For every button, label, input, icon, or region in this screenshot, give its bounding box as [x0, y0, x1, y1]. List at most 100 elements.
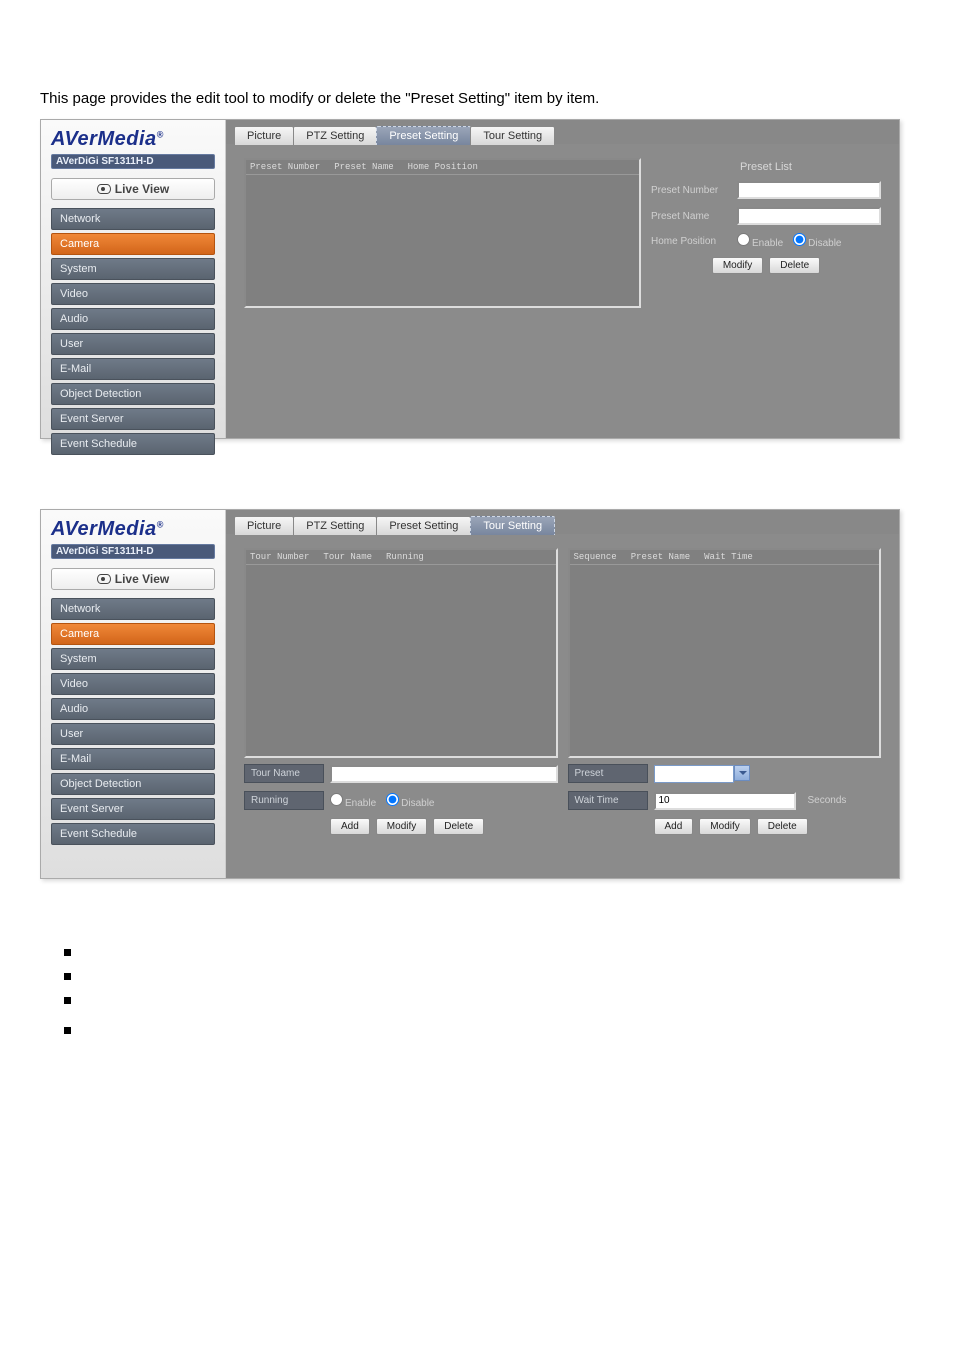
tab-picture[interactable]: Picture: [234, 516, 294, 535]
bullet-list: [40, 949, 914, 1051]
subbrand-badge: AVerDiGi SF1311H-D: [51, 544, 215, 559]
col-preset-name: Preset Name: [334, 162, 393, 172]
tour-list-header: Tour Number Tour Name Running: [246, 550, 556, 565]
preset-select[interactable]: [654, 765, 750, 783]
seconds-label: Seconds: [808, 795, 847, 806]
label-preset: Preset: [568, 764, 648, 783]
label-preset-number: Preset Number: [651, 185, 731, 196]
tab-picture[interactable]: Picture: [234, 126, 294, 145]
sidebar-item-object-detection[interactable]: Object Detection: [51, 383, 215, 405]
intro-text: This page provides the edit tool to modi…: [40, 90, 914, 107]
eye-icon: [97, 184, 111, 194]
square-bullet-icon: [64, 997, 71, 1004]
live-view-button[interactable]: Live View: [51, 178, 215, 200]
eye-icon: [97, 574, 111, 584]
square-bullet-icon: [64, 973, 71, 980]
modify-button[interactable]: Modify: [376, 818, 427, 835]
radio-disable[interactable]: Disable: [386, 793, 434, 809]
preset-content: Preset Number Preset Name Home Position …: [226, 144, 899, 438]
add-button[interactable]: Add: [330, 818, 370, 835]
brand-logo: AVerMedia®: [51, 518, 215, 541]
tab-tour[interactable]: Tour Setting: [470, 516, 555, 535]
live-view-label: Live View: [115, 572, 169, 586]
sidebar-item-user[interactable]: User: [51, 723, 215, 745]
preset-name-input[interactable]: [737, 207, 881, 225]
tab-preset[interactable]: Preset Setting: [376, 516, 471, 535]
label-running: Running: [244, 791, 324, 810]
brand-logo: AVerMedia®: [51, 128, 215, 151]
sidebar-item-audio[interactable]: Audio: [51, 308, 215, 330]
home-position-radios: Enable Disable: [737, 233, 842, 249]
live-view-label: Live View: [115, 182, 169, 196]
delete-button[interactable]: Delete: [757, 818, 808, 835]
preset-form-title: Preset List: [651, 158, 881, 181]
sidebar-item-user[interactable]: User: [51, 333, 215, 355]
sidebar-item-video[interactable]: Video: [51, 283, 215, 305]
label-wait-time: Wait Time: [568, 791, 648, 810]
modify-button[interactable]: Modify: [699, 818, 750, 835]
sidebar-item-event-schedule[interactable]: Event Schedule: [51, 433, 215, 455]
tab-ptz[interactable]: PTZ Setting: [293, 516, 377, 535]
delete-button[interactable]: Delete: [433, 818, 484, 835]
sidebar-item-system[interactable]: System: [51, 648, 215, 670]
preset-number-input[interactable]: [737, 181, 881, 199]
square-bullet-icon: [64, 1027, 71, 1034]
sidebar-item-email[interactable]: E-Mail: [51, 358, 215, 380]
preset-list-box[interactable]: Preset Number Preset Name Home Position: [244, 158, 641, 308]
preset-select-input[interactable]: [654, 765, 734, 783]
tour-content: Tour Number Tour Name Running Tour Name …: [226, 534, 899, 878]
sidebar-item-audio[interactable]: Audio: [51, 698, 215, 720]
col-home-position: Home Position: [408, 162, 478, 172]
sidebar-item-camera[interactable]: Camera: [51, 233, 215, 255]
running-radios: Enable Disable: [330, 793, 435, 809]
col-wait-time: Wait Time: [704, 552, 753, 562]
sidebar-item-video[interactable]: Video: [51, 673, 215, 695]
col-running: Running: [386, 552, 424, 562]
sidebar: AVerMedia® AVerDiGi SF1311H-D Live View …: [41, 120, 226, 438]
app-window-tour: AVerMedia® AVerDiGi SF1311H-D Live View …: [40, 509, 900, 879]
col-tour-number: Tour Number: [250, 552, 309, 562]
square-bullet-icon: [64, 949, 71, 956]
tour-name-input[interactable]: [330, 765, 558, 783]
tour-list-box[interactable]: Tour Number Tour Name Running: [244, 548, 558, 758]
sidebar-item-camera[interactable]: Camera: [51, 623, 215, 645]
sidebar-item-event-schedule[interactable]: Event Schedule: [51, 823, 215, 845]
col-preset-name: Preset Name: [631, 552, 690, 562]
sidebar-item-event-server[interactable]: Event Server: [51, 408, 215, 430]
tab-tour[interactable]: Tour Setting: [470, 126, 555, 145]
chevron-down-icon[interactable]: [734, 765, 750, 781]
tab-row: Picture PTZ Setting Preset Setting Tour …: [234, 126, 554, 145]
modify-button[interactable]: Modify: [712, 257, 763, 274]
col-preset-number: Preset Number: [250, 162, 320, 172]
label-home-position: Home Position: [651, 236, 731, 247]
sidebar-item-network[interactable]: Network: [51, 598, 215, 620]
wait-time-input[interactable]: [654, 792, 796, 810]
add-button[interactable]: Add: [654, 818, 694, 835]
live-view-button[interactable]: Live View: [51, 568, 215, 590]
subbrand-badge: AVerDiGi SF1311H-D: [51, 154, 215, 169]
delete-button[interactable]: Delete: [769, 257, 820, 274]
sidebar-item-email[interactable]: E-Mail: [51, 748, 215, 770]
tab-preset[interactable]: Preset Setting: [376, 126, 471, 145]
radio-enable[interactable]: Enable: [737, 233, 783, 249]
sidebar: AVerMedia® AVerDiGi SF1311H-D Live View …: [41, 510, 226, 878]
tab-ptz[interactable]: PTZ Setting: [293, 126, 377, 145]
sequence-list-box[interactable]: Sequence Preset Name Wait Time: [568, 548, 882, 758]
sidebar-item-system[interactable]: System: [51, 258, 215, 280]
app-window-preset: AVerMedia® AVerDiGi SF1311H-D Live View …: [40, 119, 900, 439]
sidebar-item-network[interactable]: Network: [51, 208, 215, 230]
sidebar-item-event-server[interactable]: Event Server: [51, 798, 215, 820]
tab-row: Picture PTZ Setting Preset Setting Tour …: [234, 516, 554, 535]
radio-enable[interactable]: Enable: [330, 793, 376, 809]
main-area: Picture PTZ Setting Preset Setting Tour …: [226, 120, 899, 438]
col-sequence: Sequence: [574, 552, 617, 562]
radio-disable[interactable]: Disable: [793, 233, 841, 249]
sequence-list-header: Sequence Preset Name Wait Time: [570, 550, 880, 565]
preset-list-header: Preset Number Preset Name Home Position: [246, 160, 639, 175]
sidebar-item-object-detection[interactable]: Object Detection: [51, 773, 215, 795]
main-area: Picture PTZ Setting Preset Setting Tour …: [226, 510, 899, 878]
label-tour-name: Tour Name: [244, 764, 324, 783]
label-preset-name: Preset Name: [651, 211, 731, 222]
preset-form: Preset List Preset Number Preset Name Ho…: [651, 158, 881, 274]
col-tour-name: Tour Name: [323, 552, 372, 562]
